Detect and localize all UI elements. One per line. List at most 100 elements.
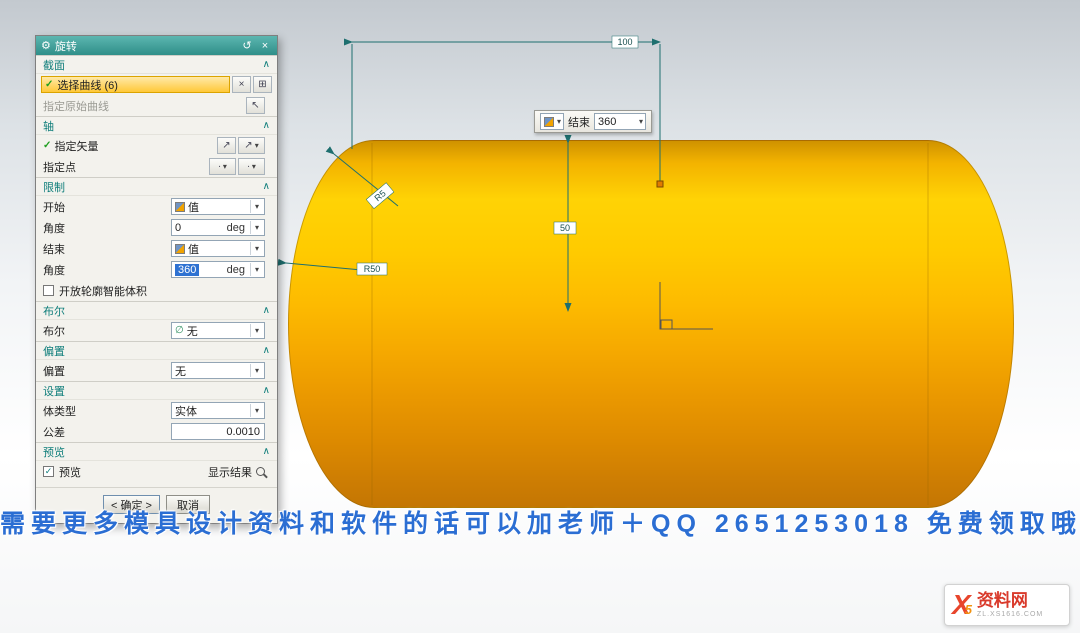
chevron-down-icon[interactable]: ▾: [255, 266, 259, 274]
end-label: 结束: [568, 114, 590, 130]
preview-label: 预览: [59, 464, 81, 480]
select-curve-label: 选择曲线 (6): [57, 77, 118, 93]
collapse-icon[interactable]: ∧: [263, 120, 270, 131]
section-header-offset[interactable]: 偏置 ∧: [36, 341, 277, 360]
start-label: 开始: [43, 199, 65, 215]
specify-origin-label: 指定原始曲线: [43, 98, 109, 114]
none-icon: ∅: [175, 325, 184, 336]
start-angle-value[interactable]: 0: [175, 222, 224, 234]
collapse-icon[interactable]: ∧: [263, 345, 270, 356]
start-angle-row: 角度 0 deg ▾: [36, 217, 277, 238]
vector-type-dropdown[interactable]: ↗ ▾: [238, 137, 265, 154]
offset-dropdown[interactable]: 无 ▾: [171, 362, 265, 379]
deselect-button[interactable]: ×: [232, 76, 251, 93]
pick-icon: ↖: [251, 100, 259, 111]
curve-rule-button[interactable]: ⊞: [253, 76, 272, 93]
open-profile-row: 开放轮廓智能体积: [36, 280, 277, 301]
end-angle-value[interactable]: 360: [175, 264, 199, 276]
boolean-row: 布尔 ∅ 无 ▾: [36, 320, 277, 341]
chevron-down-icon[interactable]: ▾: [255, 203, 259, 211]
dialog-titlebar[interactable]: ⚙ 旋转 ↺ ×: [36, 36, 277, 55]
chevron-down-icon[interactable]: ▾: [255, 224, 259, 232]
point-dialog-dropdown[interactable]: ∙ ▾: [209, 158, 236, 175]
chevron-down-icon[interactable]: ▾: [255, 327, 259, 335]
close-icon[interactable]: ×: [258, 40, 272, 52]
body-type-dropdown[interactable]: 实体 ▾: [171, 402, 265, 419]
end-angle-label: 角度: [43, 262, 65, 278]
boolean-label: 布尔: [43, 323, 65, 339]
boolean-dropdown[interactable]: ∅ 无 ▾: [171, 322, 265, 339]
offset-value: 无: [175, 363, 186, 379]
deselect-icon: ×: [239, 79, 245, 90]
collapse-icon[interactable]: ∧: [263, 446, 270, 457]
offset-label: 偏置: [43, 363, 65, 379]
end-angle-field[interactable]: 360 deg ▾: [171, 261, 265, 278]
start-row: 开始 值 ▾: [36, 196, 277, 217]
unit-label: deg: [227, 222, 245, 234]
logo-brand: 资料网: [977, 592, 1043, 611]
section-header-axis[interactable]: 轴 ∧: [36, 116, 277, 135]
end-angle-field[interactable]: 360 ▾: [594, 113, 646, 130]
axis-icon: ↗: [244, 140, 252, 151]
chevron-down-icon: ▾: [252, 163, 256, 171]
chevron-down-icon[interactable]: ▾: [639, 118, 643, 126]
body-type-value: 实体: [175, 403, 197, 419]
preview-checkbox[interactable]: ✓: [43, 466, 54, 477]
specify-point-label: 指定点: [43, 159, 76, 175]
end-type-value: 值: [188, 241, 199, 257]
start-type-value: 值: [188, 199, 199, 215]
specify-origin-row: 指定原始曲线 ↖: [36, 95, 277, 116]
dialog-title: 旋转: [55, 38, 77, 54]
collapse-icon[interactable]: ∧: [263, 181, 270, 192]
preview-row: ✓ 预览 显示结果: [36, 461, 277, 482]
limit-type-dropdown[interactable]: ▾: [540, 113, 564, 130]
show-result-label[interactable]: 显示结果: [208, 464, 252, 480]
watermark-text: 需要更多模具设计资料和软件的话可以加老师＋QQ 2651253018 免费领取哦…: [0, 504, 1080, 540]
select-curve-row: ✓ 选择曲线 (6) × ⊞: [36, 74, 277, 95]
chevron-down-icon[interactable]: ▾: [255, 245, 259, 253]
nx-application-window: 100 50 R5 R50 ▾ 结束 360 ▾: [0, 0, 1080, 633]
length-label-box: [612, 36, 638, 48]
specify-vector-label: 指定矢量: [54, 138, 98, 154]
revolved-solid-body[interactable]: [288, 140, 1014, 508]
tolerance-label: 公差: [43, 424, 65, 440]
unit-label: deg: [227, 264, 245, 276]
open-profile-label: 开放轮廓智能体积: [59, 283, 147, 299]
chevron-down-icon[interactable]: ▾: [255, 367, 259, 375]
section-header-settings[interactable]: 设置 ∧: [36, 381, 277, 400]
vector-dialog-button[interactable]: ↗: [217, 137, 236, 154]
collapse-icon[interactable]: ∧: [263, 305, 270, 316]
end-row: 结束 值 ▾: [36, 238, 277, 259]
collapse-icon[interactable]: ∧: [263, 59, 270, 70]
section-header-limits[interactable]: 限制 ∧: [36, 177, 277, 196]
checkmark-icon: ✓: [45, 467, 53, 476]
value-option-icon: [175, 244, 185, 254]
length-dimension-label: 100: [617, 37, 632, 47]
tolerance-field[interactable]: 0.0010: [171, 423, 265, 440]
section-header-boolean[interactable]: 布尔 ∧: [36, 301, 277, 320]
section-header-section[interactable]: 截面 ∧: [36, 55, 277, 74]
tolerance-row: 公差 0.0010: [36, 421, 277, 442]
magnifier-icon[interactable]: [256, 467, 265, 476]
snap-point-icon: ∙: [247, 161, 250, 172]
onscreen-input-toolbar: ▾ 结束 360 ▾: [534, 110, 652, 133]
end-type-dropdown[interactable]: 值 ▾: [171, 240, 265, 257]
select-curve-field[interactable]: ✓ 选择曲线 (6): [41, 76, 230, 93]
end-angle-value[interactable]: 360: [598, 116, 636, 128]
reset-icon[interactable]: ↺: [240, 39, 254, 52]
chevron-down-icon[interactable]: ▾: [255, 407, 259, 415]
logo-domain: ZL.XS1616.COM: [977, 611, 1043, 618]
start-type-dropdown[interactable]: 值 ▾: [171, 198, 265, 215]
value-option-icon: [175, 202, 185, 212]
collapse-icon[interactable]: ∧: [263, 385, 270, 396]
start-angle-field[interactable]: 0 deg ▾: [171, 219, 265, 236]
origin-pick-button[interactable]: ↖: [246, 97, 265, 114]
chevron-down-icon: ▾: [557, 118, 561, 126]
check-icon: ✓: [43, 140, 51, 151]
check-icon: ✓: [45, 79, 53, 90]
offset-row: 偏置 无 ▾: [36, 360, 277, 381]
section-header-preview[interactable]: 预览 ∧: [36, 442, 277, 461]
gear-icon: ⚙: [41, 39, 51, 52]
point-snap-dropdown[interactable]: ∙ ▾: [238, 158, 265, 175]
open-profile-checkbox[interactable]: [43, 285, 54, 296]
